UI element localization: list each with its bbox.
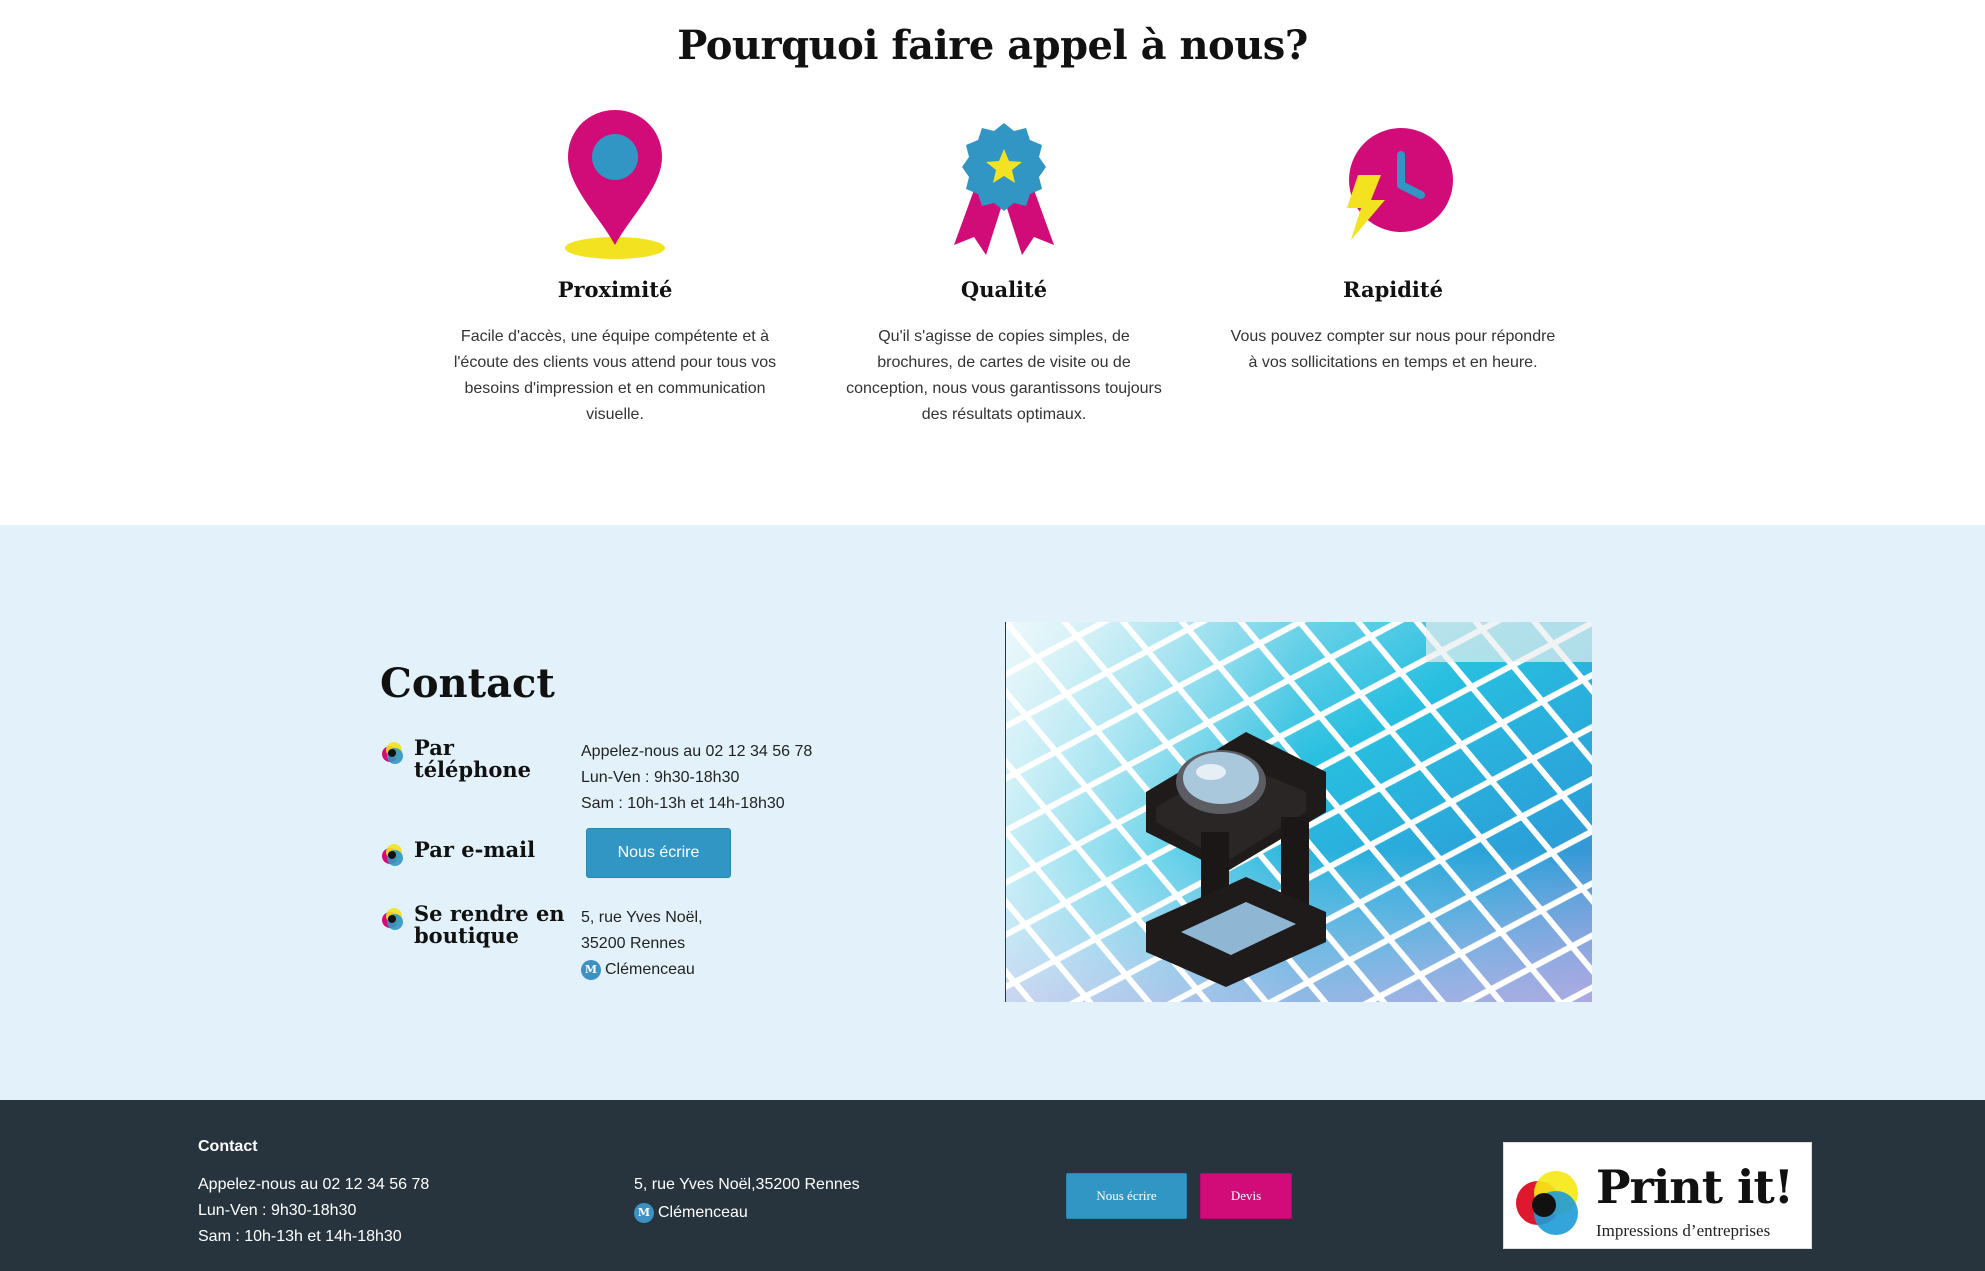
phone-label: Par téléphone — [414, 735, 531, 782]
contact-title: Contact — [380, 660, 555, 707]
feature-title: Proximité — [557, 277, 673, 302]
metro-station: Clémenceau — [605, 961, 695, 978]
feature-qualite: Qualité Qu'il s'agisse de copies simples… — [839, 105, 1169, 428]
email-label: Par e-mail — [414, 837, 536, 862]
shop-metro: M Clémenceau — [581, 957, 703, 983]
footer-address-line: 5, rue Yves Noël,35200 Rennes — [634, 1176, 860, 1193]
clock-lightning-icon — [1228, 105, 1558, 265]
location-pin-icon — [450, 105, 780, 265]
logo-tagline: Impressions d’entreprises — [1596, 1221, 1771, 1240]
shop-city: 35200 Rennes — [581, 935, 686, 952]
shop-label: Se rendre en boutique — [414, 901, 565, 948]
feature-rapidite: Rapidité Vous pouvez compter sur nous po… — [1228, 105, 1558, 376]
feature-title: Qualité — [960, 277, 1048, 302]
footer-hours-weekday: Lun-Ven : 9h30-18h30 — [198, 1202, 357, 1219]
footer-metro-station: Clémenceau — [658, 1204, 748, 1221]
cmyk-dot-icon — [382, 742, 403, 764]
cmyk-circles-icon — [1516, 1171, 1578, 1235]
why-us-section: Pourquoi faire appel à nous? Proximité F… — [0, 0, 1985, 525]
hours-weekday: Lun-Ven : 9h30-18h30 — [581, 769, 740, 786]
footer-address: 5, rue Yves Noël,35200 Rennes M Clémencea… — [634, 1171, 860, 1227]
logo-brand: Print it! — [1596, 1160, 1794, 1214]
shop-street: 5, rue Yves Noël, — [581, 909, 703, 926]
metro-icon: M — [634, 1202, 654, 1223]
footer-quote-button[interactable]: Devis — [1200, 1173, 1292, 1219]
write-us-button[interactable]: Nous écrire — [586, 828, 731, 878]
cmyk-dot-icon — [382, 844, 403, 866]
award-ribbon-icon — [839, 105, 1169, 265]
metro-icon: M — [581, 959, 601, 980]
phone-number[interactable]: Appelez-nous au 02 12 34 56 78 — [581, 739, 812, 765]
feature-text: Facile d'accès, une équipe compétente et… — [453, 328, 777, 423]
footer-contact: Contact Appelez-nous au 02 12 34 56 78 L… — [198, 1138, 429, 1250]
footer-metro: M Clémenceau — [634, 1199, 860, 1227]
color-chart-loupe-photo — [1005, 622, 1592, 1002]
feature-proximite: Proximité Facile d'accès, une équipe com… — [450, 105, 780, 428]
hours-saturday: Sam : 10h-13h et 14h-18h30 — [581, 795, 785, 812]
footer: Contact Appelez-nous au 02 12 34 56 78 L… — [0, 1100, 1985, 1271]
feature-text: Vous pouvez compter sur nous pour répond… — [1230, 328, 1556, 371]
why-us-title: Pourquoi faire appel à nous? — [677, 22, 1308, 69]
footer-buttons: Nous écrire Devis — [1066, 1173, 1292, 1219]
contact-section: Contact Par téléphone Appelez-nous au 02… — [0, 525, 1985, 1100]
feature-title: Rapidité — [1343, 277, 1443, 302]
cmyk-dot-icon — [382, 908, 403, 930]
footer-write-us-button[interactable]: Nous écrire — [1066, 1173, 1187, 1219]
footer-contact-title: Contact — [198, 1138, 258, 1155]
footer-phone[interactable]: Appelez-nous au 02 12 34 56 78 — [198, 1172, 429, 1198]
print-it-logo[interactable]: Print it! Impressions d’entreprises — [1503, 1142, 1812, 1249]
footer-hours-saturday: Sam : 10h-13h et 14h-18h30 — [198, 1228, 402, 1245]
feature-text: Qu'il s'agisse de copies simples, de bro… — [846, 328, 1162, 423]
